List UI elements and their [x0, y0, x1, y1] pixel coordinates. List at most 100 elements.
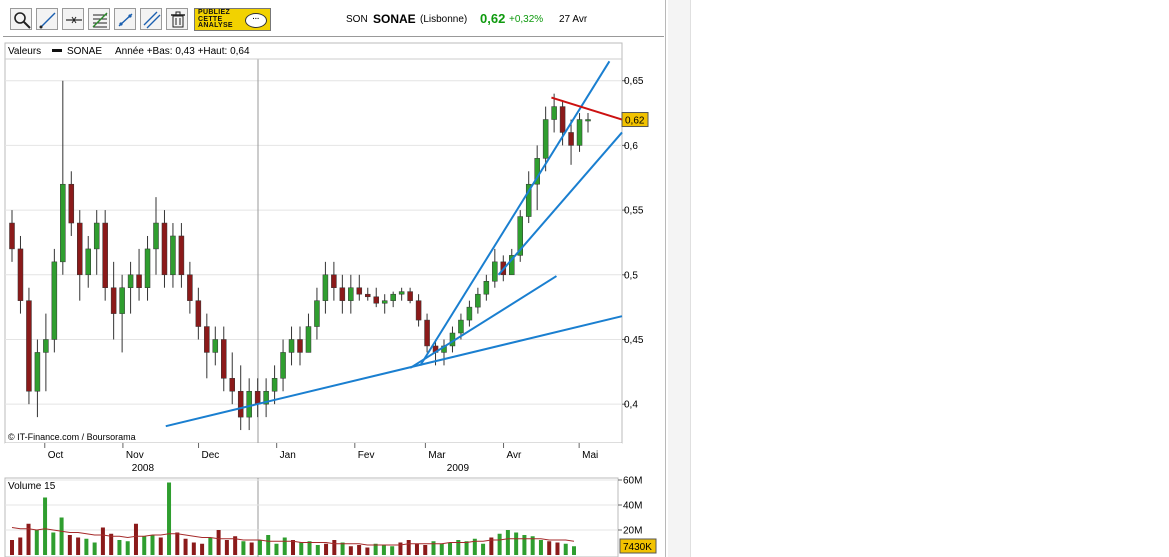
volume-bar [67, 535, 72, 555]
volume-bar [307, 541, 312, 555]
volume-bar [10, 540, 14, 555]
x-month-label: Avr [507, 450, 522, 461]
candle-body [43, 339, 49, 353]
volume-bar [59, 517, 64, 555]
candle-body [127, 274, 134, 288]
x-month-label: Mai [582, 450, 598, 461]
candle-body [365, 293, 371, 298]
candle-body [51, 261, 58, 340]
candle-body [187, 274, 193, 301]
candle-body [280, 352, 286, 379]
volume-bar [51, 532, 56, 555]
candle [102, 210, 108, 301]
volume-y-tick-label: 20M [623, 526, 642, 537]
last-volume-label: 7430K [623, 542, 652, 553]
candle-body [424, 319, 430, 347]
candle-body [314, 300, 320, 327]
volume-title: Volume 15 [8, 481, 56, 492]
volume-bar [266, 535, 271, 555]
candle-body [381, 300, 388, 304]
side-gutter [668, 0, 691, 557]
volume-bar [299, 542, 304, 555]
candle-body [288, 339, 295, 353]
volume-y-tick-label: 40M [623, 501, 642, 512]
candle-body [356, 287, 363, 295]
legend-info: Année +Bas: 0,43 +Haut: 0,64 [115, 46, 250, 57]
volume-bar [315, 545, 320, 555]
volume-bar [332, 540, 337, 555]
volume-bar [324, 543, 329, 555]
volume-bar [175, 532, 180, 555]
candle-body [271, 378, 278, 392]
volume-bar [18, 537, 23, 555]
candle-body [483, 281, 490, 295]
x-month-label: Mar [428, 450, 446, 461]
candle-body [221, 339, 227, 379]
y-tick-label: 0,55 [624, 206, 644, 217]
volume-bar [43, 497, 48, 555]
candle-body [60, 183, 66, 263]
price-panel: Valeurs SONAE Année +Bas: 0,43 +Haut: 0,… [4, 42, 649, 444]
volume-bar [497, 533, 502, 555]
candle-body [77, 222, 83, 276]
volume-bar [448, 542, 453, 555]
x-year-label: 2008 [132, 463, 155, 474]
y-tick-label: 0,5 [624, 270, 638, 281]
volume-bar [464, 541, 469, 555]
volume-bar [84, 538, 89, 555]
volume-bar [191, 542, 196, 555]
volume-bar [208, 537, 213, 555]
y-tick-label: 0,45 [624, 335, 644, 346]
volume-bar [200, 543, 205, 555]
candle-body [178, 235, 185, 276]
candle-body [305, 326, 312, 353]
x-month-label: Oct [48, 450, 64, 461]
volume-bar [365, 547, 370, 555]
volume-bar [133, 523, 138, 555]
volume-bar [563, 543, 568, 555]
y-tick-label: 0,6 [624, 141, 638, 152]
x-month-label: Fev [358, 450, 375, 461]
candle-body [237, 390, 244, 418]
volume-bar [381, 545, 386, 555]
volume-panel: Volume 15 60M 40M 20M 7430K [4, 476, 657, 557]
candle-body [246, 390, 252, 418]
volume-bar [257, 540, 262, 555]
volume-bar [241, 541, 246, 555]
x-year-label: 2009 [447, 463, 470, 474]
volume-bar [167, 482, 172, 555]
volume-bar [505, 530, 510, 555]
candle-body [34, 352, 41, 392]
x-month-label: Jan [280, 450, 296, 461]
volume-bar [100, 527, 105, 555]
candle [517, 210, 523, 262]
candle [51, 248, 58, 353]
candle-body [195, 300, 202, 327]
volume-bar [555, 542, 560, 555]
chart-frame: PUBLIEZ CETTE ANALYSE ··· SON SONAE (Lis… [0, 0, 666, 557]
candle-body [475, 293, 481, 308]
candle-body [254, 390, 261, 405]
volume-bar [291, 540, 295, 555]
volume-bar [274, 543, 279, 555]
candle-body [153, 222, 159, 250]
candle-body [93, 222, 100, 250]
x-axis: Oct Nov Dec Jan Fev Mar Avr Mai 2008 2009 [5, 443, 622, 474]
volume-bar [158, 537, 163, 555]
candle-body [458, 319, 464, 334]
chart-credit: © IT-Finance.com / Boursorama [8, 432, 136, 442]
legend-series: SONAE [67, 46, 102, 57]
candle-body [466, 306, 473, 321]
candle-body [161, 222, 168, 276]
volume-y-tick-label: 60M [623, 476, 642, 487]
volume-bar [522, 535, 527, 555]
volume-bar [572, 546, 576, 555]
price-chart: Valeurs SONAE Année +Bas: 0,43 +Haut: 0,… [4, 42, 657, 557]
candle-body [373, 296, 379, 304]
candle-body [144, 248, 151, 288]
volume-bar [125, 541, 130, 555]
candle-body [322, 274, 329, 301]
candle-body [102, 222, 108, 288]
candle-body [331, 274, 337, 288]
volume-bar [538, 540, 543, 555]
